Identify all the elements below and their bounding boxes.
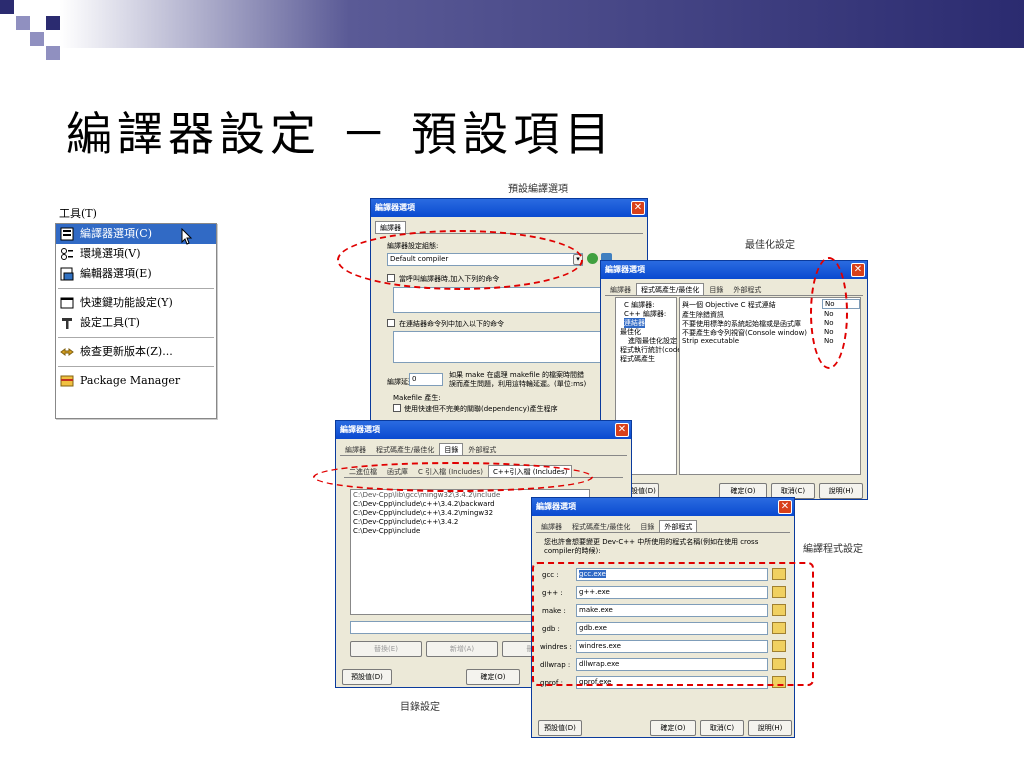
tools-menu-list: 編譯器選項(C) 環境選項(V) 編輯器選項(E) 快速鍵功能設定(Y) 設定工… [55, 223, 217, 419]
menu-item-tool-config[interactable]: 設定工具(T) [56, 313, 216, 333]
menu-item-shortcuts[interactable]: 快速鍵功能設定(Y) [56, 293, 216, 313]
title-bar-gradient [60, 0, 1024, 48]
corner-square [30, 32, 44, 46]
default-button[interactable]: 預設值(D) [538, 720, 582, 736]
tab-programs[interactable]: 外部程式 [463, 443, 501, 455]
tool-config-icon [62, 318, 72, 329]
menu-item-label: 設定工具(T) [80, 316, 140, 329]
tab-programs[interactable]: 外部程式 [659, 520, 698, 532]
environment-options-icon [61, 248, 73, 260]
add-linker-commands-checkbox[interactable] [387, 319, 395, 327]
dialog-title: 編譯器選項 [375, 203, 415, 212]
menu-item-editor-options[interactable]: 編輯器選項(E) [56, 264, 216, 284]
makefile-label: Makefile 產生: [393, 394, 441, 402]
dialog-title: 編譯器選項 [536, 502, 576, 511]
dialog-tabs: 編譯器 程式碼產生/最佳化 目錄 外部程式 [536, 520, 790, 533]
close-icon[interactable]: ✕ [778, 500, 792, 514]
tab-programs[interactable]: 外部程式 [728, 283, 766, 295]
tab-directories[interactable]: 目錄 [439, 443, 464, 455]
editor-options-icon [60, 267, 74, 281]
corner-square [0, 0, 14, 14]
add-linker-commands-label: 在連結器命令列中加入以下的命令 [399, 320, 504, 328]
ok-button[interactable]: 確定(O) [650, 720, 696, 736]
tools-menu: 工具(T) 編譯器選項(C) 環境選項(V) 編輯器選項(E) 快速鍵功能設定(… [55, 205, 217, 419]
add-compiler-set-icon[interactable] [587, 253, 598, 264]
highlight-compiler-set [337, 230, 583, 290]
tab-codegen-optimization[interactable]: 程式碼產生/最佳化 [636, 283, 705, 295]
menu-item-label: 編譯器選項(C) [80, 227, 152, 240]
default-button[interactable]: 預設值(D) [342, 669, 392, 685]
close-icon[interactable]: ✕ [631, 201, 645, 215]
highlight-include-tabs [313, 462, 593, 492]
compiler-commands-textarea[interactable] [393, 287, 625, 313]
dialog-title: 編譯器選項 [605, 265, 645, 274]
makefile-option-label: 使用快速但不完美的關聯(dependency)產生程序 [404, 405, 558, 413]
cancel-button[interactable]: 取消(C) [700, 720, 744, 736]
close-icon[interactable]: ✕ [615, 423, 629, 437]
option-name: Strip executable [682, 337, 740, 345]
dialog-title: 編譯器選項 [340, 425, 380, 434]
include-path-item[interactable]: C:\Dev-Cpp\include\c++\3.4.2\mingw32 [353, 509, 493, 517]
tab-compiler[interactable]: 編譯器 [375, 221, 406, 233]
dialog-tabs: 編譯器 程式碼產生/最佳化 目錄 外部程式 [340, 443, 627, 456]
programs-description: 您也許會想要變更 Dev-C++ 中所使用的程式名稱(例如在使用 cross c… [544, 538, 759, 555]
menu-item-update-check[interactable]: 檢查更新版本(Z)... [56, 342, 216, 362]
caption-directory-settings: 目錄設定 [400, 702, 440, 713]
shortcut-icon [60, 297, 74, 309]
option-name: 與一個 Objective C 程式連結 [682, 301, 776, 309]
corner-square [16, 16, 30, 30]
package-manager-icon [60, 375, 74, 387]
help-button[interactable]: 說明(H) [748, 720, 792, 736]
tab-codegen-optimization[interactable]: 程式碼產生/最佳化 [371, 443, 439, 455]
menu-item-compiler-options[interactable]: 編譯器選項(C) [56, 224, 216, 245]
menu-separator [58, 366, 214, 367]
menu-item-label: 環境選項(V) [80, 247, 141, 260]
caption-optimization: 最佳化設定 [745, 240, 795, 251]
menu-item-package-manager[interactable]: Package Manager [56, 371, 216, 391]
menu-item-label: 編輯器選項(E) [80, 267, 152, 280]
tab-codegen-optimization[interactable]: 程式碼產生/最佳化 [567, 520, 635, 532]
include-path-item[interactable]: C:\Dev-Cpp\lib\gcc\mingw32\3.4.2\include [353, 491, 500, 499]
menu-item-environment-options[interactable]: 環境選項(V) [56, 244, 216, 264]
tab-directories[interactable]: 目錄 [704, 283, 728, 295]
tab-compiler[interactable]: 編譯器 [340, 443, 371, 455]
tab-compiler[interactable]: 編譯器 [605, 283, 636, 295]
corner-square [46, 16, 60, 30]
delay-description: 如果 make 在處理 makefile 的檔案時間錯誤而產生問題，利用這特輪延… [449, 371, 587, 388]
caption-program-settings: 編譯程式設定 [803, 544, 863, 555]
include-path-item[interactable]: C:\Dev-Cpp\include\c++\3.4.2 [353, 518, 458, 526]
tools-menu-title[interactable]: 工具(T) [55, 205, 217, 223]
tree-item[interactable]: 程式碼產生 [620, 354, 655, 364]
compiler-options-icon [60, 227, 74, 241]
highlight-option-values [810, 257, 848, 369]
help-button[interactable]: 說明(H) [819, 483, 863, 499]
include-path-item[interactable]: C:\Dev-Cpp\include\c++\3.4.2\backward [353, 500, 495, 508]
tab-directories[interactable]: 目錄 [635, 520, 659, 532]
include-path-item[interactable]: C:\Dev-Cpp\include [353, 527, 420, 535]
add-button[interactable]: 新增(A) [426, 641, 498, 657]
dialog-titlebar: 編譯器選項 ✕ [532, 498, 794, 516]
menu-item-label: 檢查更新版本(Z)... [80, 345, 173, 358]
update-check-icon [60, 348, 74, 356]
tab-compiler[interactable]: 編譯器 [536, 520, 567, 532]
linker-commands-textarea[interactable] [393, 331, 625, 363]
menu-item-label: Package Manager [80, 374, 181, 387]
close-icon[interactable]: ✕ [851, 263, 865, 277]
dialog-titlebar: 編譯器選項 ✕ [371, 199, 647, 217]
menu-separator [58, 288, 214, 289]
caption-default-options: 預設編譯選項 [508, 184, 568, 195]
delay-input[interactable]: 0 [409, 373, 443, 386]
ok-button[interactable]: 確定(O) [466, 669, 520, 685]
corner-square [46, 46, 60, 60]
makefile-checkbox[interactable] [393, 404, 401, 412]
menu-separator [58, 337, 214, 338]
highlight-program-paths [532, 562, 814, 686]
slide-title: 編譯器設定 － 預設項目 [66, 107, 616, 161]
menu-item-label: 快速鍵功能設定(Y) [80, 296, 173, 309]
dialog-titlebar: 編譯器選項 ✕ [336, 421, 631, 439]
replace-button[interactable]: 替換(E) [350, 641, 422, 657]
